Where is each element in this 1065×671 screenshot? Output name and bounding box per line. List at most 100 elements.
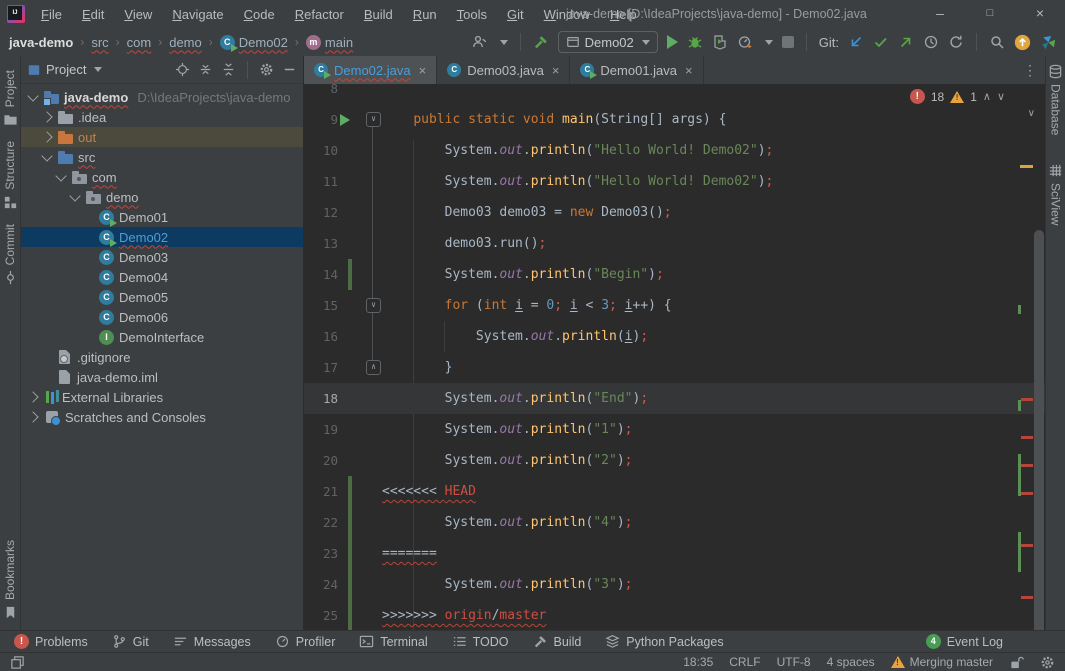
editor-tab-demo03-java[interactable]: CDemo03.java× (437, 56, 570, 84)
previous-problem-icon[interactable]: ∧ (983, 90, 991, 103)
code-line-16[interactable]: 16 System.out.println(i); (304, 321, 1045, 352)
stop-button[interactable] (782, 36, 794, 48)
maximize-icon[interactable]: □ (965, 0, 1015, 28)
tree-item-demo05[interactable]: CDemo05 (21, 287, 303, 307)
tool-window-button-todo[interactable]: TODO (452, 634, 509, 649)
menu-refactor[interactable]: Refactor (287, 4, 352, 25)
tree-item--idea[interactable]: .idea (21, 107, 303, 127)
breadcrumb-item-demo[interactable]: demo (169, 35, 202, 50)
error-stripe-mark[interactable] (1018, 532, 1021, 572)
chevron-right-icon[interactable] (27, 391, 38, 402)
menu-code[interactable]: Code (236, 4, 283, 25)
chevron-down-icon[interactable] (55, 170, 66, 181)
line-number[interactable]: 16 (304, 321, 338, 352)
close-icon[interactable]: × (1015, 0, 1065, 28)
tree-item-out[interactable]: out (21, 127, 303, 147)
code-line-22[interactable]: 22 System.out.println("4"); (304, 507, 1045, 538)
code-line-19[interactable]: 19 System.out.println("1"); (304, 414, 1045, 445)
error-stripe-mark[interactable] (1018, 454, 1021, 496)
tree-item--gitignore[interactable]: .gitignore (21, 347, 303, 367)
tool-stripe-sciview[interactable]: SciView (1048, 163, 1063, 225)
line-number[interactable]: 18 (304, 383, 338, 414)
error-stripe-mark[interactable] (1021, 398, 1033, 401)
line-number[interactable]: 10 (304, 135, 338, 166)
debug-button[interactable] (687, 34, 703, 50)
error-stripe-mark[interactable] (1021, 492, 1033, 495)
menu-view[interactable]: View (116, 4, 160, 25)
code-line-21[interactable]: 21<<<<<<< HEAD (304, 476, 1045, 507)
run-configuration-select[interactable]: Demo02 (558, 31, 658, 53)
code-line-9[interactable]: 9∨ public static void main(String[] args… (304, 104, 1045, 135)
menu-navigate[interactable]: Navigate (164, 4, 231, 25)
tool-stripe-commit[interactable]: Commit (3, 224, 18, 285)
git-push-icon[interactable] (898, 34, 914, 50)
tool-stripe-database[interactable]: Database (1048, 64, 1063, 135)
line-ending-widget[interactable]: CRLF (729, 655, 760, 669)
fold-marker-icon[interactable]: ∨ (366, 298, 381, 313)
tab-close-icon[interactable]: × (552, 63, 560, 78)
rollback-icon[interactable] (948, 34, 964, 50)
expand-all-icon[interactable] (198, 62, 213, 77)
tab-close-icon[interactable]: × (419, 63, 427, 78)
git-commit-check-icon[interactable] (873, 34, 889, 50)
code-line-10[interactable]: 10 System.out.println("Hello World! Demo… (304, 135, 1045, 166)
search-everywhere-icon[interactable] (989, 34, 1005, 50)
profiler-button[interactable] (737, 34, 753, 50)
code-line-24[interactable]: 24 System.out.println("3"); (304, 569, 1045, 600)
error-stripe-mark[interactable] (1021, 464, 1033, 467)
error-stripe-mark[interactable] (1020, 165, 1033, 168)
tool-window-layout-icon[interactable] (10, 655, 25, 670)
event-log-button[interactable]: 4 Event Log (926, 634, 1003, 649)
unlock-icon[interactable] (1009, 655, 1024, 670)
next-problem-icon[interactable]: ∨ (997, 90, 1005, 103)
line-number[interactable]: 20 (304, 445, 338, 476)
tool-window-button-terminal[interactable]: Terminal (359, 634, 427, 649)
plugin-pinwheel-icon[interactable] (1040, 34, 1057, 51)
tree-item-java-demo[interactable]: java-demoD:\IdeaProjects\java-demo (21, 87, 303, 107)
ide-update-icon[interactable] (1014, 34, 1031, 51)
vcs-change-bar[interactable] (348, 507, 352, 538)
breadcrumb-item-demo02[interactable]: CDemo02 (220, 35, 288, 50)
tree-item-demo06[interactable]: CDemo06 (21, 307, 303, 327)
tool-stripe-bookmarks[interactable]: Bookmarks (3, 540, 18, 620)
error-stripe-mark[interactable] (1018, 400, 1021, 411)
tab-options-icon[interactable]: ⋮ (1023, 62, 1045, 79)
chevron-down-icon[interactable] (69, 190, 80, 201)
code-line-11[interactable]: 11 System.out.println("Hello World! Demo… (304, 166, 1045, 197)
tab-close-icon[interactable]: × (685, 63, 693, 78)
line-number[interactable]: 19 (304, 414, 338, 445)
tool-window-button-build[interactable]: Build (533, 634, 582, 649)
tool-window-button-profiler[interactable]: Profiler (275, 634, 336, 649)
code-line-13[interactable]: 13 demo03.run(); (304, 228, 1045, 259)
tree-item-demo04[interactable]: CDemo04 (21, 267, 303, 287)
tool-window-button-messages[interactable]: Messages (173, 634, 251, 649)
indent-widget[interactable]: 4 spaces (827, 655, 875, 669)
line-number[interactable]: 22 (304, 507, 338, 538)
hide-panel-icon[interactable] (282, 62, 297, 77)
menu-edit[interactable]: Edit (74, 4, 112, 25)
tool-window-button-problems[interactable]: !Problems (14, 634, 88, 649)
tree-item-external-libraries[interactable]: External Libraries (21, 387, 303, 407)
chevron-right-icon[interactable] (41, 131, 52, 142)
run-with-coverage-button[interactable] (712, 34, 728, 50)
history-clock-icon[interactable] (923, 34, 939, 50)
vcs-change-bar[interactable] (348, 600, 352, 630)
breadcrumb-item-main[interactable]: mmain (306, 35, 353, 50)
code-editor[interactable]: 89∨ public static void main(String[] arg… (304, 84, 1045, 630)
stripe-chevron-icon[interactable]: ∨ (1028, 108, 1035, 119)
editor-tab-demo02-java[interactable]: CDemo02.java× (304, 56, 437, 84)
fold-marker-icon[interactable]: ∧ (366, 360, 381, 375)
tree-item-scratches-and-consoles[interactable]: Scratches and Consoles (21, 407, 303, 427)
chevron-down-icon[interactable] (41, 150, 52, 161)
fold-marker-icon[interactable]: ∨ (366, 112, 381, 127)
menu-file[interactable]: File (33, 4, 70, 25)
menu-tools[interactable]: Tools (449, 4, 495, 25)
chevron-right-icon[interactable] (41, 111, 52, 122)
settings-gear-icon[interactable] (259, 62, 274, 77)
tool-stripe-structure[interactable]: Structure (3, 141, 18, 210)
code-line-15[interactable]: 15∨ for (int i = 0; i < 3; i++) { (304, 290, 1045, 321)
line-number[interactable]: 12 (304, 197, 338, 228)
line-number[interactable]: 11 (304, 166, 338, 197)
menu-git[interactable]: Git (499, 4, 532, 25)
inspections-widget[interactable]: ! 18 1 ∧ ∨ (910, 89, 1005, 104)
